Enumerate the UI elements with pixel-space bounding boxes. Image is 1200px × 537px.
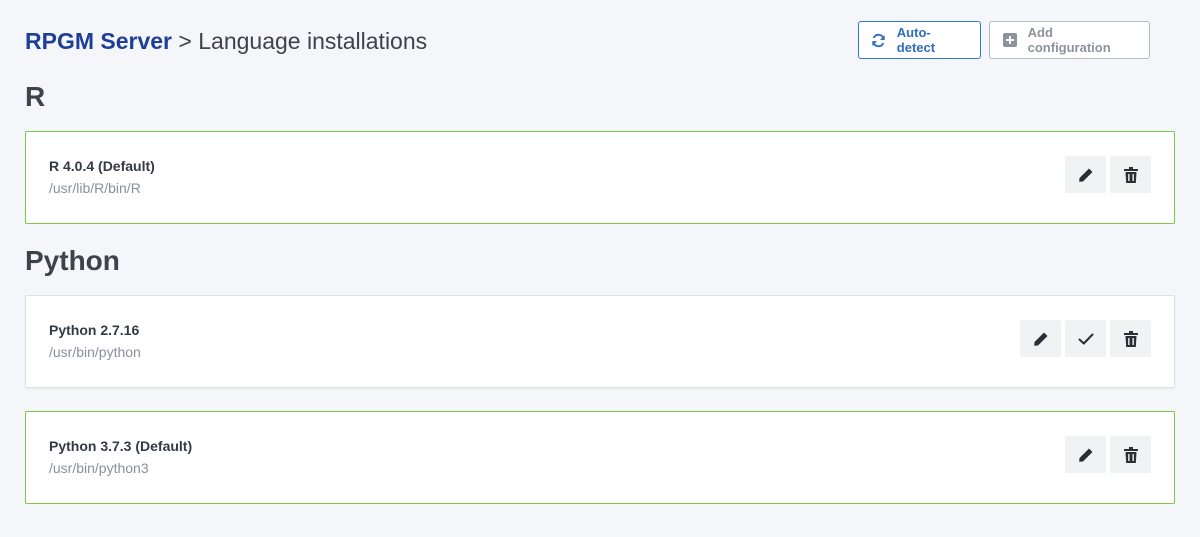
pencil-icon [1033,331,1049,347]
header-actions: Auto-detect Add configuration [858,21,1150,59]
section-title-r: R [25,81,46,112]
installation-path: /usr/bin/python3 [49,460,149,476]
installation-card-python-3-7-3: Python 3.7.3 (Default) /usr/bin/python3 [25,411,1175,504]
trash-icon [1123,446,1138,463]
add-configuration-label: Add configuration [1027,25,1111,55]
breadcrumb-separator: > [178,28,192,54]
installation-card-python-2-7-16: Python 2.7.16 /usr/bin/python [25,295,1175,388]
trash-icon [1123,166,1138,183]
page: RPGM Server > Language installations Aut… [0,0,1200,537]
edit-button[interactable] [1065,156,1106,193]
pencil-icon [1078,167,1094,183]
installation-name: Python 2.7.16 [49,322,140,338]
edit-button[interactable] [1065,436,1106,473]
refresh-icon [871,32,887,48]
delete-button[interactable] [1110,436,1151,473]
trash-icon [1123,330,1138,347]
edit-button[interactable] [1020,320,1061,357]
auto-detect-label: Auto-detect [896,25,936,55]
add-configuration-button[interactable]: Add configuration [989,21,1150,59]
section-title-python: Python [25,245,120,276]
page-title: Language installations [198,28,428,54]
check-icon [1078,332,1094,346]
installation-name: Python 3.7.3 (Default) [49,438,193,454]
card-actions [1065,436,1151,473]
delete-button[interactable] [1110,320,1151,357]
plus-square-icon [1002,32,1018,48]
installation-path: /usr/bin/python [49,344,141,360]
card-actions [1065,156,1151,193]
breadcrumb-root-link[interactable]: RPGM Server [25,28,172,54]
pencil-icon [1078,447,1094,463]
installation-name: R 4.0.4 (Default) [49,158,155,174]
card-actions [1020,320,1151,357]
delete-button[interactable] [1110,156,1151,193]
installation-card-r-4-0-4: R 4.0.4 (Default) /usr/lib/R/bin/R [25,131,1175,224]
breadcrumb: RPGM Server > Language installations [25,27,427,55]
set-default-button[interactable] [1065,320,1106,357]
page-header: RPGM Server > Language installations Aut… [25,0,1175,80]
auto-detect-button[interactable]: Auto-detect [858,21,981,59]
installation-path: /usr/lib/R/bin/R [49,180,141,196]
